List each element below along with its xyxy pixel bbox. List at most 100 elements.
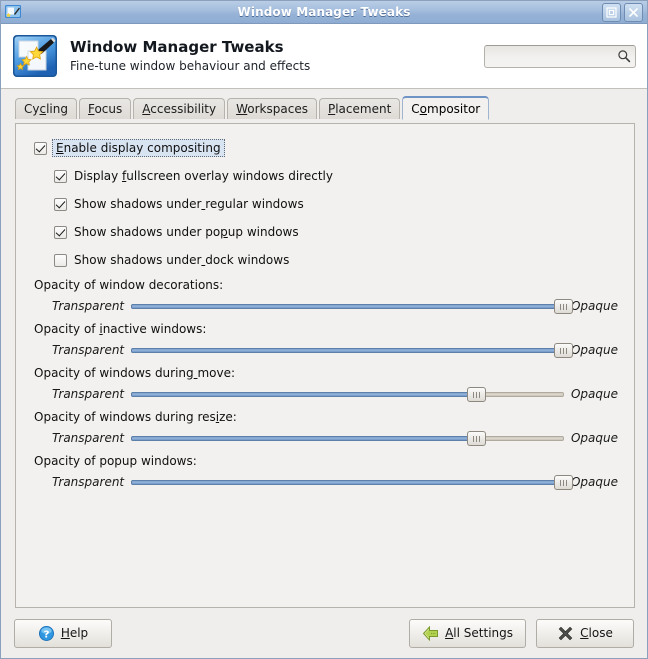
slider-row: Transparent Opaque [52, 384, 618, 404]
all-settings-button[interactable]: All Settings [409, 618, 526, 648]
maximize-icon [606, 7, 617, 18]
slider-group: Opacity of windows during move: Transpare… [34, 366, 618, 404]
back-arrow-icon [422, 625, 439, 641]
tab-label: Cycling [24, 102, 68, 116]
all-settings-button-label: All Settings [445, 626, 513, 640]
slider-handle-grip [479, 435, 481, 442]
slider-max-label: Opaque [570, 299, 618, 313]
checkbox-row[interactable]: Show shadows under dock windows [54, 250, 618, 270]
search-input[interactable] [489, 49, 617, 63]
close-icon [629, 8, 638, 17]
slider-max-label: Opaque [570, 475, 618, 489]
slider-row: Transparent Opaque [52, 296, 618, 316]
window-icon [5, 5, 21, 18]
slider-track[interactable] [131, 298, 573, 314]
slider-handle-grip [559, 479, 561, 486]
checkbox-label: Display fullscreen overlay windows direc… [74, 169, 333, 183]
tab-compositor[interactable]: Compositor [402, 96, 490, 120]
search-box[interactable] [484, 44, 636, 68]
slider-handle[interactable] [553, 299, 573, 314]
tab-label: Workspaces [236, 102, 308, 116]
slider-track[interactable] [131, 474, 573, 490]
slider-caption: Opacity of windows during move: [34, 366, 236, 380]
checkbox-checked-icon[interactable] [54, 197, 67, 211]
close-x-icon [558, 626, 573, 640]
slider-max-label: Opaque [570, 343, 618, 357]
slider-list: Opacity of window decorations: Transparen… [34, 278, 618, 492]
tab-label: Focus [87, 102, 123, 116]
slider-max-label: Opaque [570, 431, 618, 445]
slider-min-label: Transparent [52, 343, 125, 357]
slider-handle-grip [559, 347, 561, 354]
tab-cycling[interactable]: Cycling [15, 98, 77, 119]
tab-placement[interactable]: Placement [318, 98, 401, 119]
checkbox-list: Enable display compositing Display fullsc… [34, 138, 618, 270]
tab-label: Placement [327, 102, 392, 116]
slider-handle[interactable] [467, 387, 487, 402]
checkbox-checked-icon[interactable] [54, 225, 67, 239]
checkbox-row[interactable]: Enable display compositing [34, 138, 618, 158]
slider-handle[interactable] [553, 343, 573, 358]
tab-focus[interactable]: Focus [78, 98, 132, 119]
page-header: Window Manager Tweaks Fine-tune window b… [1, 24, 647, 89]
tab-label: Compositor [411, 102, 481, 116]
slider-handle-grip [473, 391, 475, 398]
slider-handle-grip [562, 303, 564, 310]
page-subtitle: Fine-tune window behaviour and effects [70, 59, 311, 73]
slider-group: Opacity of inactive windows: Transparent O… [34, 322, 618, 360]
checkbox-checked-icon[interactable] [54, 169, 67, 183]
close-button[interactable] [624, 3, 643, 22]
window-manager-tweaks-window: Window Manager Tweaks Window Manager Twe… [0, 0, 648, 659]
titlebar[interactable]: Window Manager Tweaks [1, 1, 647, 24]
slider-handle-grip [476, 391, 478, 398]
compositor-tab-panel: Enable display compositing Display fullsc… [15, 123, 635, 608]
slider-caption: Opacity of inactive windows: [34, 322, 207, 336]
slider-track[interactable] [131, 430, 564, 446]
tab-strip: Cycling Focus Accessibility Workspaces Place… [15, 95, 647, 120]
slider-track[interactable] [131, 386, 564, 402]
search-icon[interactable] [617, 49, 631, 63]
slider-caption: Opacity of window decorations: [34, 278, 224, 292]
slider-handle-grip [562, 347, 564, 354]
checkbox-label: Show shadows under dock windows [74, 253, 290, 267]
slider-handle-grip [565, 479, 567, 486]
slider-row: Transparent Opaque [52, 340, 618, 360]
maximize-button[interactable] [602, 3, 621, 22]
slider-handle-grip [565, 347, 567, 354]
checkbox-checked-icon[interactable] [34, 141, 47, 155]
slider-track[interactable] [131, 342, 573, 358]
slider-handle-grip [559, 303, 561, 310]
slider-handle[interactable] [553, 475, 573, 490]
slider-handle-grip [562, 479, 564, 486]
checkbox-unchecked-icon[interactable] [54, 253, 67, 267]
slider-handle[interactable] [467, 431, 487, 446]
svg-text:?: ? [43, 629, 49, 640]
titlebar-title: Window Manager Tweaks [237, 5, 411, 19]
tab-label: Accessibility [142, 102, 217, 116]
close-dialog-button[interactable]: Close [536, 618, 634, 648]
slider-handle-grip [476, 435, 478, 442]
slider-max-label: Opaque [570, 387, 618, 401]
wm-tweaks-large-icon [13, 35, 57, 77]
tab-accessibility[interactable]: Accessibility [133, 98, 226, 119]
checkbox-label: Show shadows under popup windows [74, 225, 299, 239]
page-title: Window Manager Tweaks [70, 38, 284, 56]
titlebar-buttons [602, 3, 643, 22]
checkbox-row[interactable]: Show shadows under regular windows [54, 194, 618, 214]
checkbox-row[interactable]: Show shadows under popup windows [54, 222, 618, 242]
slider-handle-grip [479, 391, 481, 398]
button-bar: ? Help All Settings Close [1, 608, 647, 658]
slider-fill [131, 304, 564, 309]
checkbox-label: Show shadows under regular windows [74, 197, 304, 211]
slider-min-label: Transparent [52, 299, 125, 313]
header-text: Window Manager Tweaks Fine-tune window b… [70, 38, 484, 74]
checkbox-label: Enable display compositing [52, 139, 225, 157]
slider-row: Transparent Opaque [52, 472, 618, 492]
slider-fill [131, 480, 564, 485]
checkbox-row[interactable]: Display fullscreen overlay windows direc… [54, 166, 618, 186]
slider-group: Opacity of window decorations: Transparen… [34, 278, 618, 316]
help-button[interactable]: ? Help [14, 618, 112, 648]
slider-caption: Opacity of windows during resize: [34, 410, 237, 424]
slider-row: Transparent Opaque [52, 428, 618, 448]
tab-workspaces[interactable]: Workspaces [227, 98, 317, 119]
